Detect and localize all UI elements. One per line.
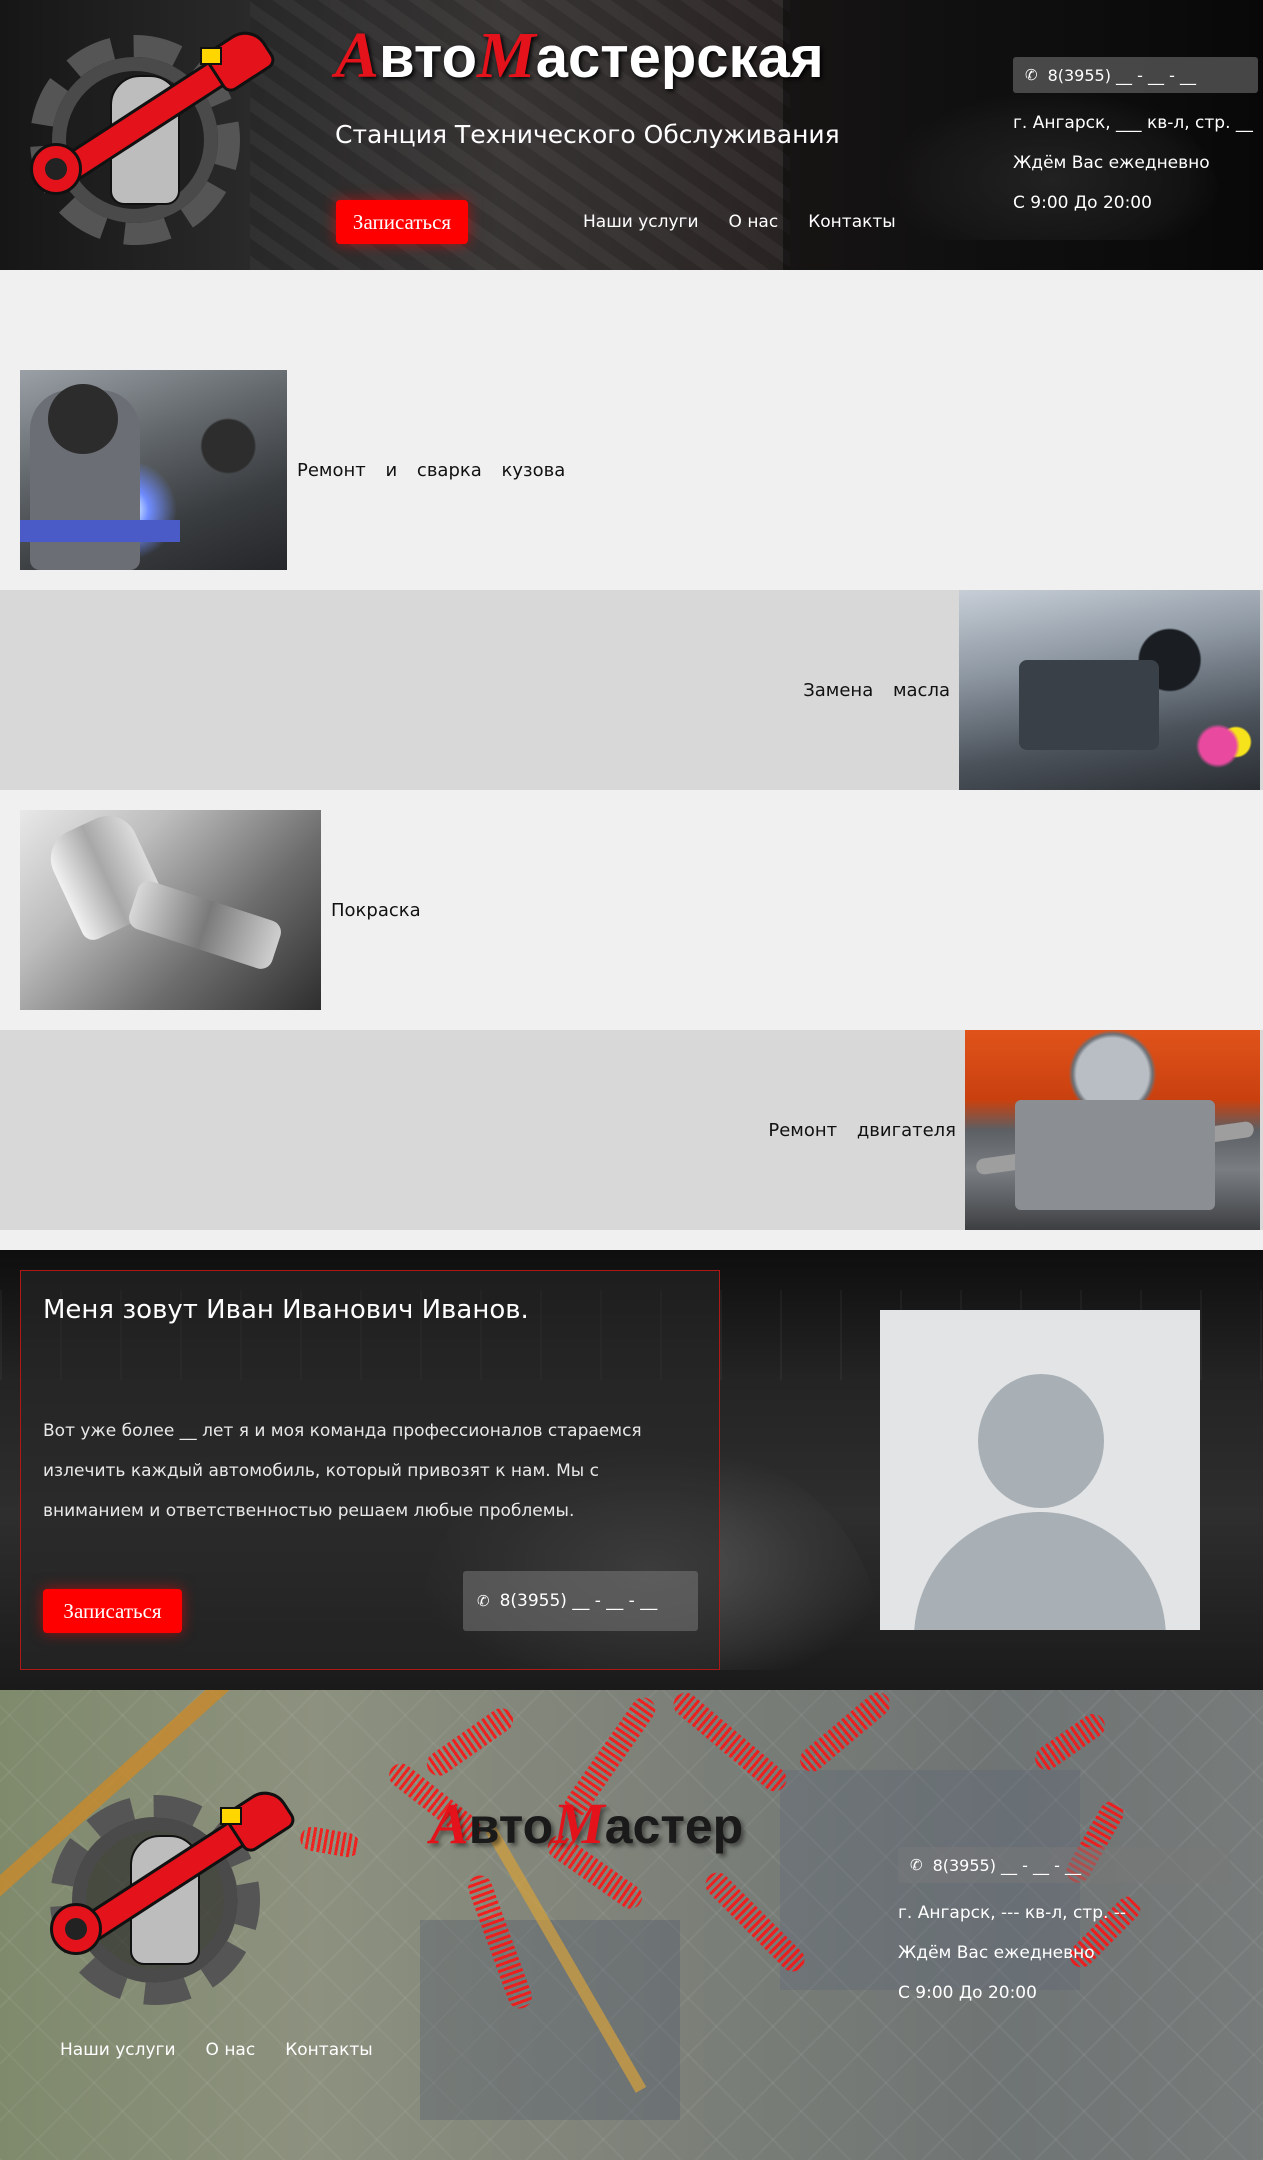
about-section: Меня зовут Иван Иванович Иванов. Вот уже…: [0, 1250, 1263, 1690]
site-subtitle: Станция Технического Обслуживания: [335, 120, 840, 149]
footer-nav-contacts-link[interactable]: Контакты: [285, 2040, 373, 2060]
body-welding-photo: [20, 370, 287, 570]
about-phone[interactable]: ✆ 8(3955) __ - __ - __: [463, 1571, 698, 1631]
site-title: АвтоМастерская: [335, 18, 824, 94]
phone-icon: ✆: [910, 1856, 923, 1874]
title-part: вто: [379, 25, 477, 90]
map-block: [420, 1920, 680, 2120]
nav-services-link[interactable]: Наши услуги: [583, 212, 699, 232]
photo-detail: [20, 520, 180, 542]
footer-hours: С 9:00 До 20:00: [898, 1983, 1037, 2003]
logo-badge: [200, 47, 222, 65]
title-part: вто: [468, 1798, 554, 1854]
footer-phone[interactable]: ✆ 8(3955) __ - __ - __: [898, 1847, 1230, 1883]
signup-button[interactable]: Записаться: [336, 200, 468, 244]
avatar-body: [914, 1512, 1166, 1630]
service-row: Замена масла: [0, 590, 1263, 790]
wrench-ring: [50, 1903, 102, 1955]
avatar-head: [978, 1374, 1104, 1508]
logo[interactable]: [10, 15, 279, 245]
title-part: астерская: [535, 25, 824, 90]
oil-change-photo: [959, 590, 1260, 790]
footer-nav: Наши услуги О нас Контакты: [60, 2040, 373, 2060]
title-letter: А: [335, 19, 380, 92]
phone-icon: ✆: [1025, 66, 1038, 84]
service-label: Ремонт двигателя: [768, 1119, 956, 1141]
title-part: астер: [604, 1798, 744, 1854]
footer-greeting: Ждём Вас ежедневно: [898, 1943, 1095, 1963]
about-signup-button[interactable]: Записаться: [43, 1589, 182, 1633]
phone-number: 8(3955) __ - __ - __: [1047, 65, 1196, 85]
footer-nav-services-link[interactable]: Наши услуги: [60, 2040, 176, 2060]
phone-icon: ✆: [477, 1592, 490, 1610]
site-header: АвтоМастерская Станция Технического Обсл…: [0, 0, 1263, 270]
phone-number: 8(3955) __ - __ - __: [499, 1591, 658, 1611]
title-letter: М: [553, 1791, 605, 1856]
service-row: Покраска: [0, 810, 1263, 1010]
wrench-ring: [30, 143, 82, 195]
header-address: г. Ангарск, ___ кв-л, стр. __: [1013, 113, 1253, 133]
site-footer: АвтоМастер ✆ 8(3955) __ - __ - __ г. Анг…: [0, 1690, 1263, 2160]
title-letter: А: [430, 1791, 469, 1856]
service-label: Замена масла: [803, 679, 950, 701]
footer-title: АвтоМастер: [430, 1790, 743, 1857]
about-text: Вот уже более __ лет я и моя команда про…: [43, 1421, 642, 1521]
header-phone[interactable]: ✆ 8(3955) __ - __ - __: [1013, 57, 1258, 93]
service-label: Покраска: [331, 899, 421, 921]
header-nav: Наши услуги О нас Контакты: [583, 212, 896, 232]
logo-badge: [220, 1807, 242, 1825]
service-label: Ремонт и сварка кузова: [297, 459, 566, 481]
nav-contacts-link[interactable]: Контакты: [808, 212, 896, 232]
photo-detail: [1019, 660, 1159, 750]
about-heading: Меня зовут Иван Иванович Иванов.: [43, 1295, 529, 1325]
footer-logo[interactable]: [30, 1775, 299, 2005]
phone-number: 8(3955) __ - __ - __: [932, 1855, 1081, 1875]
footer-nav-about-link[interactable]: О нас: [206, 2040, 256, 2060]
engine-repair-photo: [965, 1030, 1260, 1230]
header-hours: С 9:00 До 20:00: [1013, 193, 1152, 213]
photo-detail: [125, 878, 285, 972]
header-greeting: Ждём Вас ежедневно: [1013, 153, 1210, 173]
avatar: [880, 1310, 1200, 1630]
footer-address: г. Ангарск, --- кв-л, стр. --: [898, 1903, 1127, 1923]
nav-about-link[interactable]: О нас: [729, 212, 779, 232]
service-row: Ремонт двигателя: [0, 1030, 1263, 1230]
photo-detail: [1015, 1100, 1215, 1210]
painting-photo: [20, 810, 321, 1010]
photo-mask: [48, 384, 118, 454]
about-card: Меня зовут Иван Иванович Иванов. Вот уже…: [20, 1270, 720, 1670]
title-letter: М: [477, 19, 536, 92]
service-row: Ремонт и сварка кузова: [0, 370, 1263, 570]
